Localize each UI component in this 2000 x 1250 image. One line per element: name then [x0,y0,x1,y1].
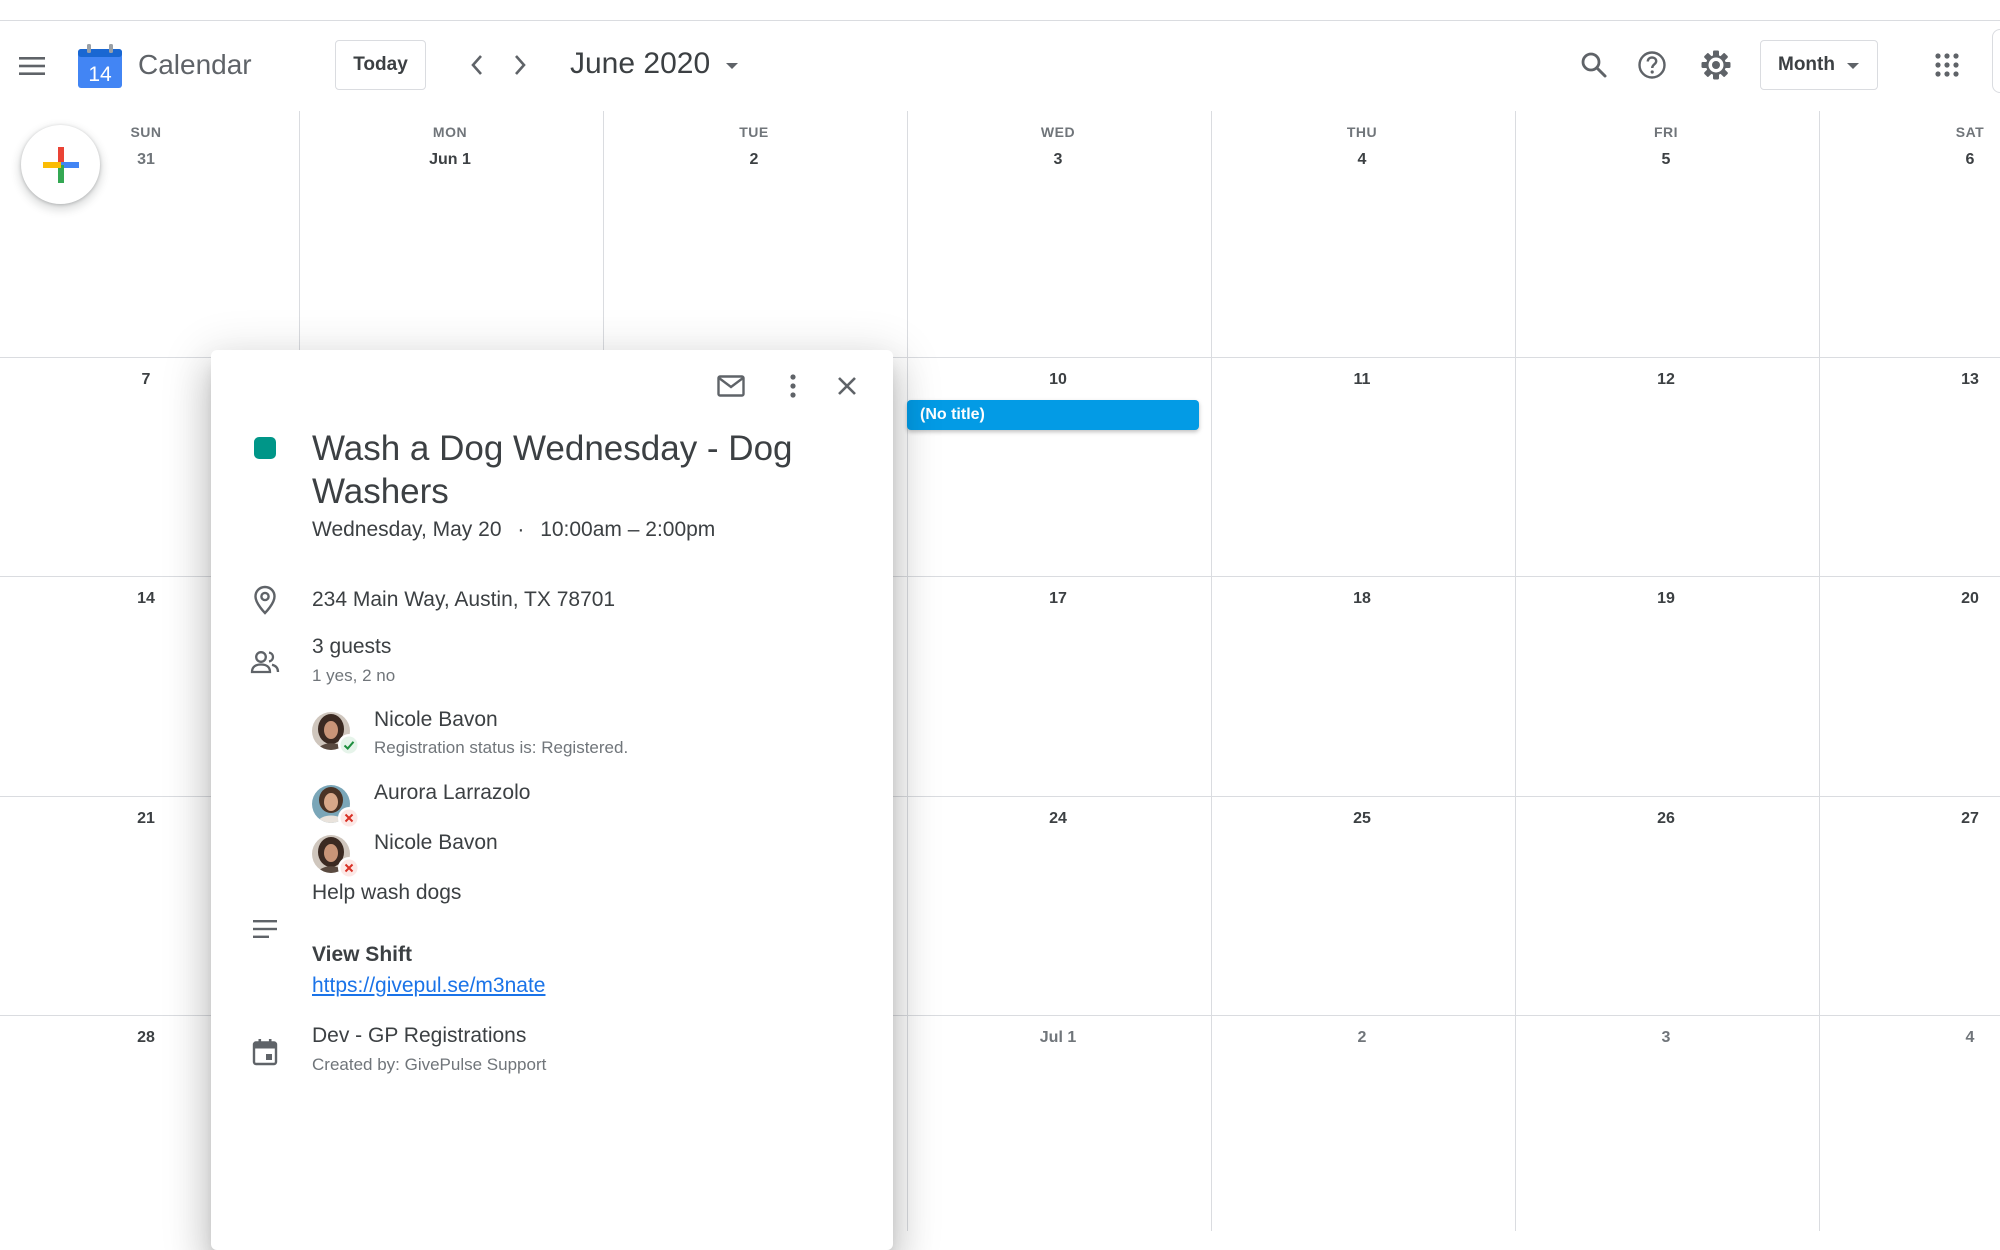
declined-x-icon [338,857,360,879]
description-icon [244,908,286,950]
guest-item[interactable]: Nicole Bavon Registration status is: Reg… [312,708,812,757]
day-number[interactable]: 12 [1606,371,1726,389]
datetime-separator: · [517,518,525,541]
day-number[interactable]: 18 [1302,590,1422,608]
event-date: Wednesday, May 20 [312,518,502,541]
day-number[interactable]: 25 [1302,810,1422,828]
guest-item[interactable]: Nicole Bavon [312,831,812,879]
view-mode-label: Month [1778,54,1835,75]
day-number[interactable]: 24 [998,810,1118,828]
event-description: Help wash dogs [312,881,462,904]
day-number[interactable]: 4 [1302,151,1422,169]
help-icon[interactable] [1628,41,1676,89]
calendar-name: Dev - GP Registrations [312,1024,527,1047]
weekday-header: SUN [130,124,162,140]
day-number[interactable]: 2 [694,151,814,169]
create-event-button[interactable] [21,125,100,204]
day-number[interactable]: 4 [1910,1029,2000,1047]
period-selector[interactable]: June 2020 [570,47,739,81]
day-number[interactable]: 17 [998,590,1118,608]
day-number[interactable]: 3 [998,151,1118,169]
day-number[interactable]: 2 [1302,1029,1422,1047]
grid-column-divider [1515,111,1516,1231]
day-number[interactable]: 10 [998,371,1118,389]
search-icon[interactable] [1570,41,1618,89]
caret-down-icon [1847,63,1859,69]
declined-x-icon [338,807,360,829]
account-avatar[interactable] [1992,29,2000,93]
grid-column-divider [1819,111,1820,1231]
calendar-logo-icon[interactable]: 14 [77,43,123,89]
view-shift-label: View Shift [312,943,412,966]
event-details-popover: Wash a Dog Wednesday - Dog Washers Wedne… [211,350,893,1250]
day-number[interactable]: 28 [86,1029,206,1047]
location-pin-icon [244,579,286,621]
weekday-header: WED [1040,124,1076,140]
app-header: 14 Calendar Today June 2020 Month [0,21,2000,111]
chevron-left-icon[interactable] [455,43,499,87]
weekday-header: MON [432,124,468,140]
grid-column-divider [1211,111,1212,1231]
day-number[interactable]: 20 [1910,590,2000,608]
event-color-swatch [254,437,276,459]
day-number[interactable]: 3 [1606,1029,1726,1047]
accepted-check-icon [338,734,360,756]
guests-summary: 1 yes, 2 no [312,666,396,685]
weekday-header: FRI [1653,124,1679,140]
guest-item[interactable]: Aurora Larrazolo [312,781,812,829]
event-time: 10:00am – 2:00pm [540,518,716,541]
day-number[interactable]: 14 [86,590,206,608]
chevron-right-icon[interactable] [498,43,542,87]
guest-name: Nicole Bavon [374,708,498,731]
close-icon[interactable] [823,362,871,410]
apps-grid-icon[interactable] [1923,41,1971,89]
day-number[interactable]: 7 [86,371,206,389]
event-datetime: Wednesday, May 20 · 10:00am – 2:00pm [312,518,715,542]
day-number[interactable]: 5 [1606,151,1726,169]
day-number[interactable]: 19 [1606,590,1726,608]
grid-column-divider [907,111,908,1231]
day-number[interactable]: Jun 1 [390,151,510,169]
view-mode-select[interactable]: Month [1760,40,1878,90]
guests-count: 3 guests [312,635,392,658]
more-options-icon[interactable] [769,362,817,410]
day-number[interactable]: 13 [1910,371,2000,389]
weekday-header: THU [1346,124,1378,140]
plus-icon [42,146,79,183]
view-shift-link[interactable]: https://givepul.se/m3nate [312,974,545,998]
event-title: Wash a Dog Wednesday - Dog Washers [312,429,793,511]
caret-down-icon [726,63,739,69]
today-button[interactable]: Today [335,40,426,90]
day-number[interactable]: 6 [1910,151,2000,169]
event-location[interactable]: 234 Main Way, Austin, TX 78701 [312,588,615,612]
guest-status: Registration status is: Registered. [374,738,629,757]
event-creator: Created by: GivePulse Support [312,1055,547,1074]
gear-icon[interactable] [1692,41,1740,89]
main-menu-icon[interactable] [8,42,56,90]
period-label: June 2020 [570,47,711,80]
calendar-icon [244,1031,286,1073]
guest-name: Aurora Larrazolo [374,781,531,804]
day-number[interactable]: Jul 1 [998,1029,1118,1047]
weekday-header: SAT [1955,124,1985,140]
people-icon [244,641,286,683]
day-number[interactable]: 21 [86,810,206,828]
day-number[interactable]: 27 [1910,810,2000,828]
app-title: Calendar [138,49,252,80]
event-chip[interactable]: (No title) [907,400,1199,430]
guest-name: Nicole Bavon [374,831,498,854]
weekday-header: TUE [739,124,769,140]
mail-icon[interactable] [707,362,755,410]
logo-day: 14 [88,63,112,86]
day-number[interactable]: 26 [1606,810,1726,828]
day-number[interactable]: 31 [86,151,206,169]
day-number[interactable]: 11 [1302,371,1422,389]
